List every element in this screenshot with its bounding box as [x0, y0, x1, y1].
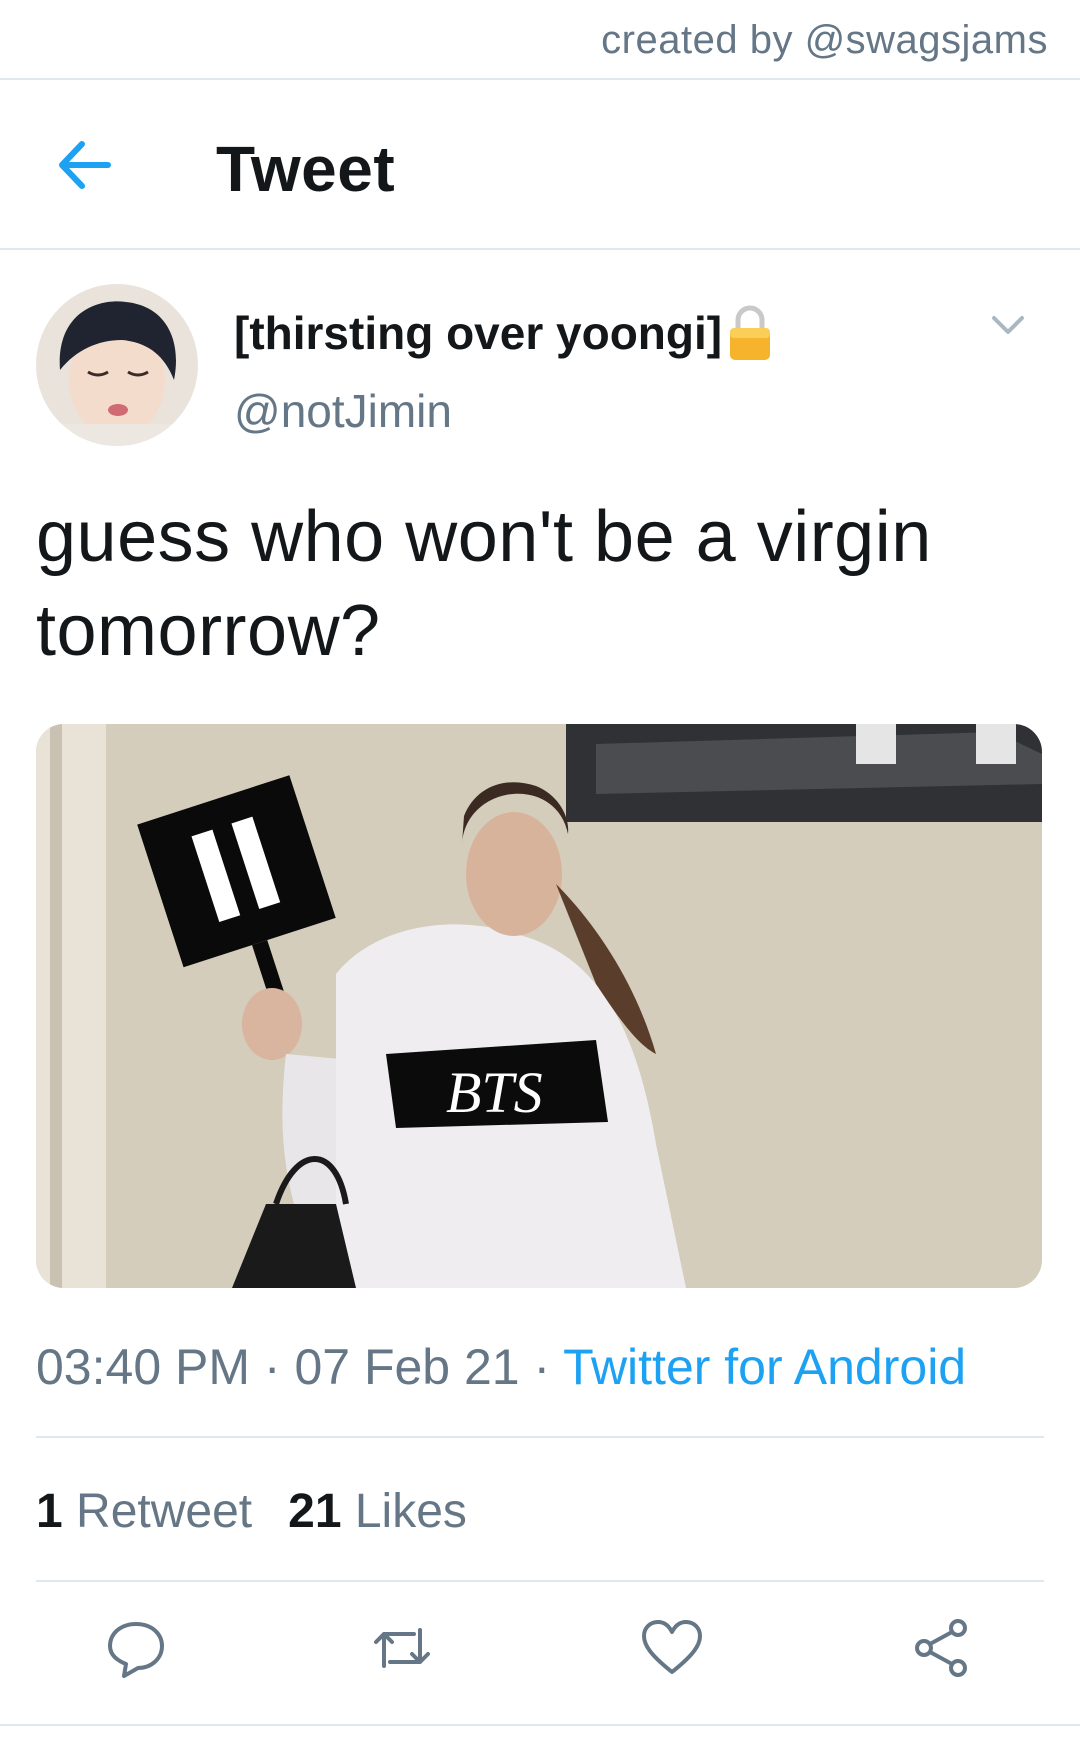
reply-icon [108, 1622, 164, 1678]
tweet-stats: 1 Retweet 21 Likes [36, 1484, 503, 1539]
top-bar: Tweet [0, 80, 1080, 248]
likes-label: Likes [341, 1485, 467, 1538]
page-title: Tweet [216, 133, 396, 205]
source-link[interactable]: Twitter for Android [563, 1339, 966, 1395]
arrow-left-icon [59, 141, 111, 189]
credit-text: created by @swagsjams [601, 18, 1048, 62]
retweet-icon [374, 1628, 430, 1668]
share-button[interactable] [910, 1616, 974, 1680]
like-icon [642, 1620, 702, 1674]
divider [36, 1580, 1044, 1582]
divider [36, 1436, 1044, 1438]
divider [0, 248, 1080, 250]
share-icon [915, 1619, 967, 1677]
back-button[interactable] [56, 140, 112, 190]
retweets-stat[interactable]: 1 Retweet [36, 1484, 252, 1539]
retweet-button[interactable] [370, 1616, 434, 1680]
lock-icon [728, 304, 772, 362]
handle[interactable]: @notJimin [234, 384, 452, 438]
timestamp: 03:40 PM · 07 Feb 21 · [36, 1339, 564, 1395]
retweets-label: Retweet [62, 1485, 253, 1538]
tweet-image[interactable]: BTS [36, 724, 1042, 1288]
avatar[interactable] [36, 284, 198, 446]
action-bar [0, 1616, 1080, 1686]
display-name-text: [thirsting over yoongi] [234, 307, 723, 359]
media-caption: BTS [446, 1060, 543, 1125]
tweet-meta: 03:40 PM · 07 Feb 21 · Twitter for Andro… [36, 1338, 966, 1396]
retweets-count: 1 [36, 1485, 63, 1538]
likes-count: 21 [288, 1485, 342, 1538]
chevron-down-icon[interactable] [988, 310, 1028, 340]
tweet-text: guess who won't be a virgin tomorrow? [36, 497, 932, 671]
like-button[interactable] [640, 1616, 704, 1680]
reply-button[interactable] [104, 1616, 168, 1680]
divider [0, 1724, 1080, 1726]
display-name[interactable]: [thirsting over yoongi] [234, 304, 772, 362]
likes-stat[interactable]: 21 Likes [288, 1484, 467, 1539]
